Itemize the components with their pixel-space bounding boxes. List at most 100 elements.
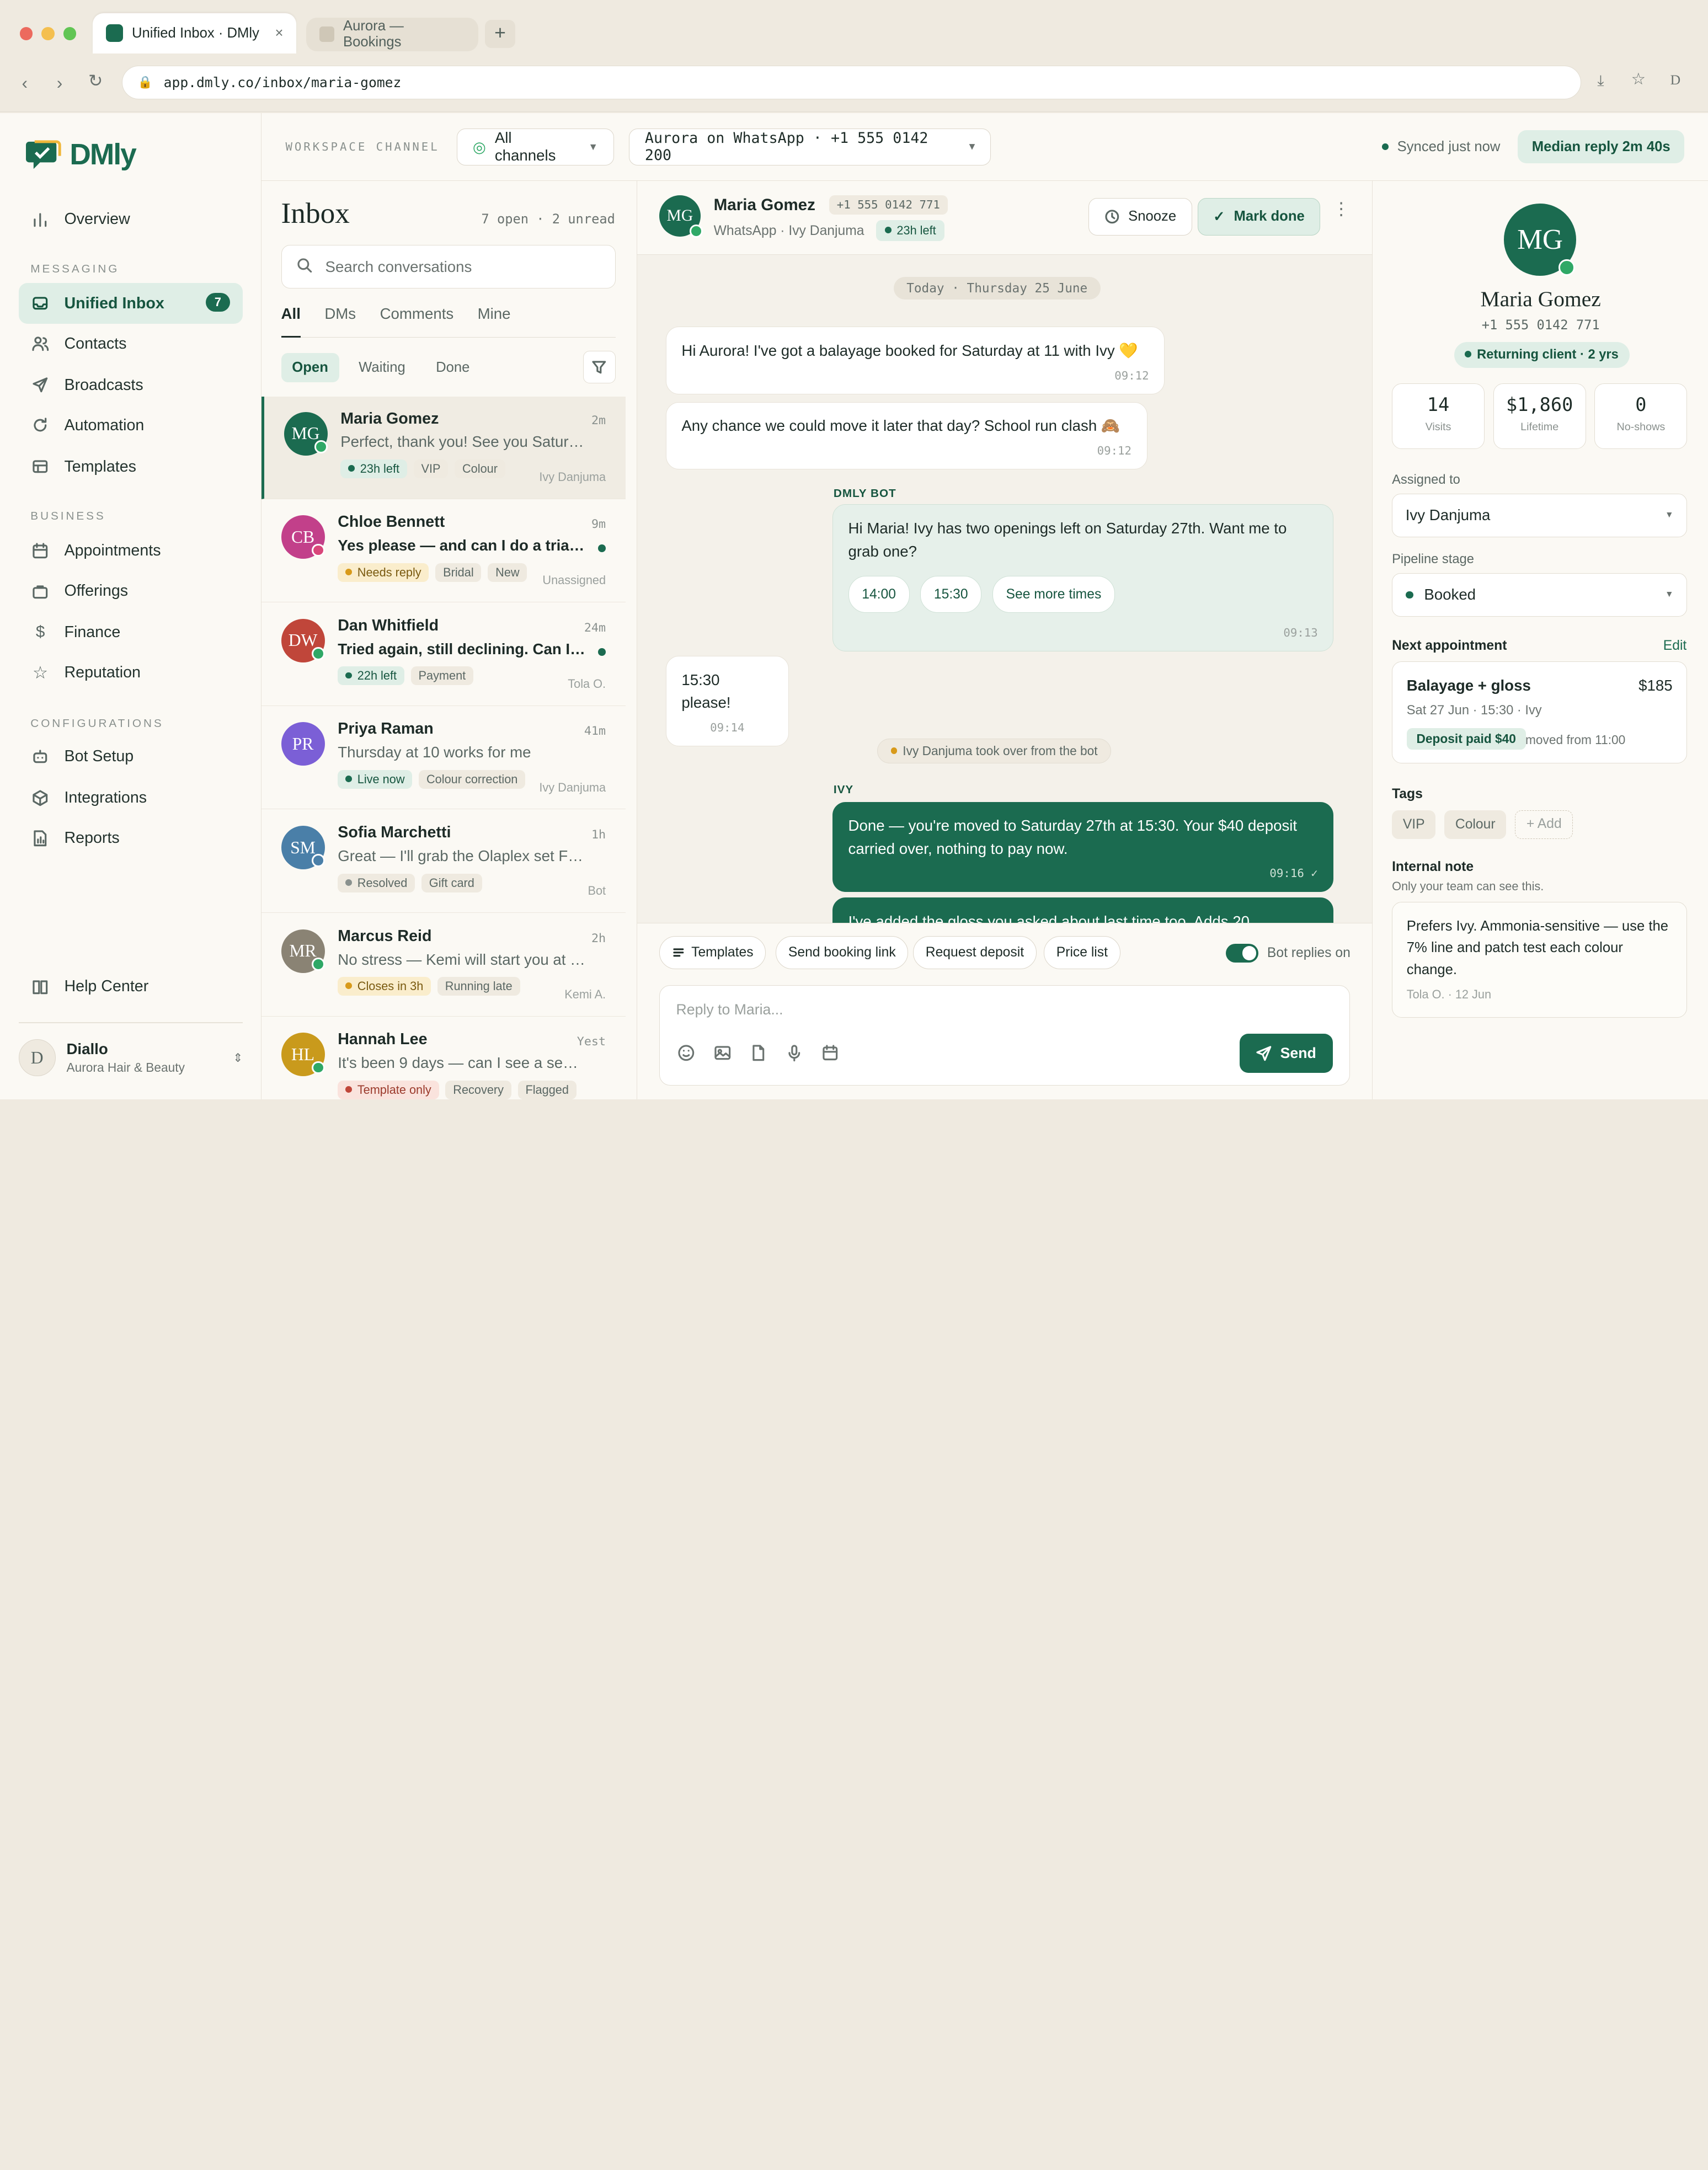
slot-chip-1400[interactable]: 14:00 [848,575,910,613]
browser-tab-active[interactable]: Unified Inbox · DMly × [92,13,297,54]
reload-icon[interactable]: ↻ [88,71,103,91]
close-window-button[interactable] [19,27,33,41]
conversation-item[interactable]: MR Marcus Reid 2h No stress — Kemi will sta… [261,914,626,1017]
dmly-logo[interactable]: DMly [26,137,137,172]
profile-button[interactable]: D [1670,72,1681,88]
sidebar-item-finance[interactable]: $ Finance [19,612,243,653]
status-dot-icon [345,1086,352,1093]
channel-filter-value: All channels [494,129,556,164]
sidebar-item-integrations[interactable]: Integrations [19,778,243,818]
app: DMly Overview MESSAGING Unified Inbox 7 … [0,113,1708,1099]
pipeline-dropdown[interactable]: Booked ▼ [1392,573,1688,617]
browser-tab-inactive[interactable]: Aurora — Bookings [306,17,479,51]
tag-vip[interactable]: VIP [1392,810,1436,840]
message-outgoing: I've added the gloss you asked about las… [832,897,1334,923]
back-icon[interactable]: ‹ [22,73,28,93]
conversation-item[interactable]: MG Maria Gomez 2m Perfect, thank you! See y… [261,396,626,499]
toggle-switch[interactable] [1225,944,1259,963]
contact-sub: WhatsApp · Ivy Danjuma [713,223,864,238]
message-text: Any chance we could move it later that d… [681,417,1120,435]
conversation-item[interactable]: CB Chloe Bennett 9m Yes please — and can I … [261,500,626,603]
reply-box[interactable]: Reply to Maria... Send [659,985,1351,1086]
conversation-item[interactable]: HL Hannah Lee Yest It's been 9 days — can I… [261,1018,626,1099]
sidebar-item-automation[interactable]: Automation [19,405,243,446]
maximize-window-button[interactable] [63,27,77,41]
forward-icon[interactable]: › [57,73,63,93]
add-tag-button[interactable]: + Add [1515,810,1573,840]
status-dot-icon [345,776,352,783]
status-dot-icon [345,982,352,990]
sidebar-item-contacts[interactable]: Contacts [19,324,243,364]
tag-colour[interactable]: Colour [1444,810,1507,840]
stat-label: No-shows [1616,420,1666,433]
conversation-item[interactable]: PR Priya Raman 41m Thursday at 10 works for… [261,707,626,810]
tab-all[interactable]: All [281,305,301,338]
image-icon[interactable] [713,1044,732,1062]
sidebar-item-appointments[interactable]: Appointments [19,531,243,571]
user-switcher[interactable]: D Diallo Aurora Hair & Beauty ⇕ [18,1039,243,1077]
sidebar-item-bot-setup[interactable]: Bot Setup [19,736,243,777]
templates-quick-button[interactable]: Templates [659,936,766,969]
microphone-icon[interactable] [785,1044,804,1062]
tag-text: Template only [357,1082,431,1097]
slot-chip-1530[interactable]: 15:30 [920,575,982,613]
internal-note-label: Internal note [1392,859,1474,875]
download-icon[interactable]: ⤓ [1597,72,1604,90]
sidebar-item-reputation[interactable]: ☆ Reputation [19,653,243,693]
sidebar-item-help-center[interactable]: Help Center [19,966,243,1007]
filter-open[interactable]: Open [281,352,339,382]
sidebar-item-unified-inbox[interactable]: Unified Inbox 7 [18,283,243,324]
filter-button[interactable] [583,350,616,384]
tag-text: VIP [421,462,441,476]
contact-name: Maria Gomez [713,196,815,215]
appointment-card[interactable]: Balayage + gloss $185 Sat 27 Jun · 15:30… [1392,661,1688,764]
dollar-icon: $ [35,623,45,642]
conversation-item[interactable]: DW Dan Whitfield 24m Tried again, still dec… [261,603,626,706]
book-icon [31,978,49,996]
channel-status-icon [311,647,325,660]
tag-text: New [495,565,520,579]
send-button[interactable]: Send [1239,1034,1333,1073]
price-list-button[interactable]: Price list [1044,936,1120,969]
edit-appointment-link[interactable]: Edit [1663,638,1687,654]
tag-text: Flagged [525,1082,569,1097]
user-name: Diallo [66,1040,108,1058]
internal-note-card[interactable]: Prefers Ivy. Ammonia-sensitive — use the… [1392,902,1688,1018]
address-bar[interactable]: 🔒 app.dmly.co/inbox/maria-gomez [122,65,1581,99]
minimize-window-button[interactable] [41,27,55,41]
send-booking-link-button[interactable]: Send booking link [776,936,909,969]
search-input[interactable]: Search conversations [281,245,616,289]
request-deposit-button[interactable]: Request deposit [913,936,1037,969]
more-options-icon[interactable]: ⋮ [1332,200,1350,217]
calendar-icon[interactable] [821,1044,840,1062]
sidebar-item-templates[interactable]: Templates [19,447,243,487]
sidebar-item-label: Unified Inbox [64,294,164,312]
sidebar-item-overview[interactable]: Overview [19,199,243,239]
tab-dms[interactable]: DMs [324,305,356,337]
tab-comments[interactable]: Comments [380,305,454,337]
bookmark-star-icon[interactable]: ☆ [1631,70,1646,89]
conversation-item[interactable]: SM Sofia Marchetti 1h Great — I'll grab the… [261,810,626,913]
emoji-icon[interactable] [677,1044,696,1062]
reply-input[interactable]: Reply to Maria... [676,1001,783,1018]
mark-done-button[interactable]: ✓ Mark done [1197,198,1321,236]
file-icon[interactable] [749,1044,768,1062]
channel-filter-dropdown[interactable]: ◎ All channels ▼ [457,128,614,165]
sidebar-item-offerings[interactable]: Offerings [19,571,243,611]
tab-mine[interactable]: Mine [478,305,511,337]
bot-replies-toggle[interactable]: Bot replies on [1225,944,1351,963]
tag-text: 23h left [360,462,400,476]
assigned-dropdown[interactable]: Ivy Danjuma ▼ [1392,493,1688,537]
sidebar-item-reports[interactable]: Reports [19,818,243,858]
account-dropdown[interactable]: Aurora on WhatsApp · +1 555 0142 200 ▼ [629,128,991,165]
stat-no-shows: 0 No-shows [1594,383,1688,449]
snooze-button[interactable]: Snooze [1088,198,1192,236]
new-tab-button[interactable]: + [484,19,516,48]
sync-status: Synced just now [1381,139,1500,155]
sidebar-item-broadcasts[interactable]: Broadcasts [19,365,243,405]
filter-done[interactable]: Done [425,353,481,382]
workspace-bar: WORKSPACE CHANNEL ◎ All channels ▼ Auror… [261,113,1708,181]
see-more-times-chip[interactable]: See more times [992,575,1115,613]
filter-waiting[interactable]: Waiting [348,353,416,382]
close-tab-icon[interactable]: × [275,25,284,41]
